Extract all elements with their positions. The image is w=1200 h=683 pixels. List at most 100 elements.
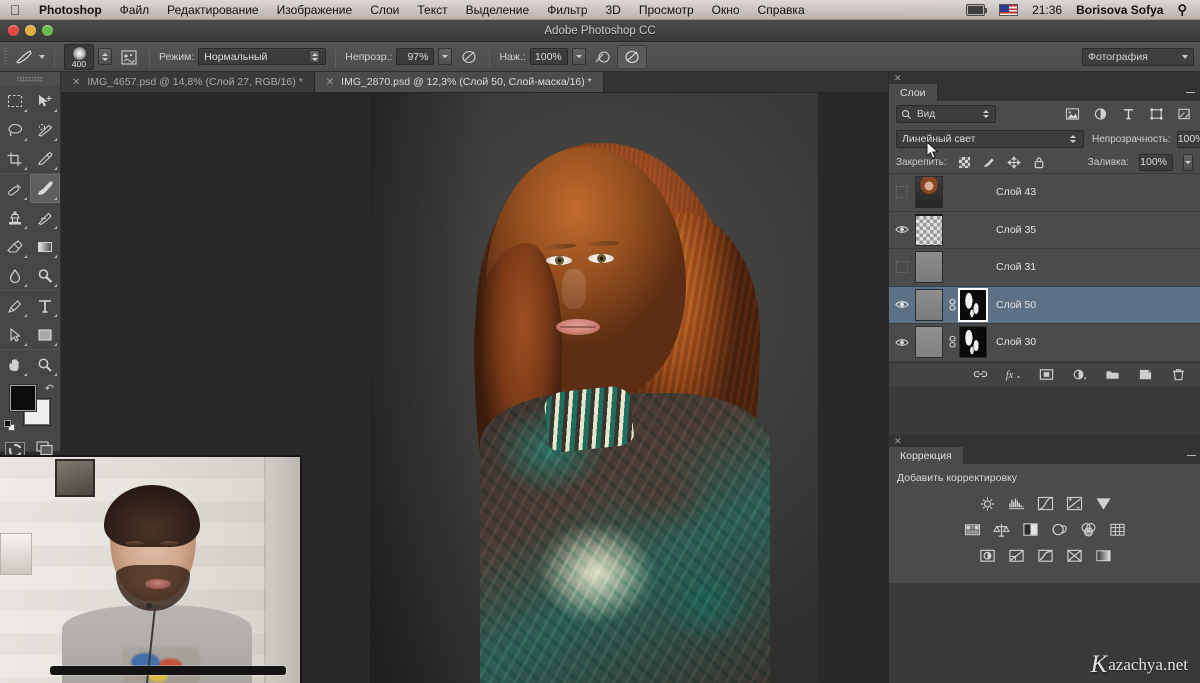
us-flag-icon[interactable] [992, 3, 1025, 17]
brush-size-picker[interactable]: 400 [61, 43, 115, 70]
layer-thumbnail[interactable] [915, 326, 943, 359]
filter-pixel-icon[interactable] [1064, 106, 1081, 123]
tool-clone-stamp[interactable] [0, 203, 30, 232]
close-icon[interactable]: ✕ [326, 77, 334, 88]
layer-row[interactable]: Слой 35 [889, 212, 1200, 249]
webcam-progress-bar[interactable] [50, 666, 286, 675]
tool-move[interactable] [30, 86, 60, 115]
filter-adjustment-icon[interactable] [1092, 106, 1109, 123]
lock-transparent-pixels-icon[interactable] [957, 155, 972, 170]
threshold-icon[interactable] [1036, 547, 1054, 565]
menu-item-3d[interactable]: 3D [597, 3, 630, 17]
lock-all-icon[interactable] [1032, 155, 1047, 170]
current-tool-preset[interactable] [10, 46, 48, 68]
opacity-value[interactable]: 97% [396, 48, 435, 65]
layer-visibility-toggle[interactable] [889, 186, 915, 199]
tool-history-brush[interactable] [30, 203, 60, 232]
layers-panel-close-bar[interactable]: ✕ [889, 72, 1200, 84]
minimize-button[interactable] [25, 25, 36, 36]
tab-corrections[interactable]: Коррекция [889, 447, 964, 464]
layer-style-fx-icon[interactable]: fx [1005, 366, 1021, 382]
flow-control[interactable]: Наж.: 100% [496, 48, 588, 65]
layer-thumbnail[interactable] [915, 176, 943, 209]
workspace-switcher[interactable]: Фотография [1082, 47, 1194, 66]
panel-menu-icon[interactable] [1184, 87, 1196, 98]
filter-smart-object-icon[interactable] [1176, 106, 1193, 123]
posterize-icon[interactable] [1007, 547, 1025, 565]
canvas-image[interactable] [370, 93, 818, 683]
opacity-dropdown-icon[interactable] [438, 48, 453, 65]
layer-row[interactable]: Слой 30 [889, 324, 1200, 362]
search-icon[interactable]: ⚲ [1170, 2, 1194, 18]
fill-value[interactable]: 100% [1139, 153, 1173, 171]
foreground-color-swatch[interactable] [10, 385, 36, 411]
close-icon[interactable]: ✕ [894, 436, 902, 447]
add-layer-mask-icon[interactable] [1038, 366, 1054, 382]
chevron-down-icon[interactable] [39, 54, 45, 59]
hue-saturation-icon[interactable] [964, 521, 982, 539]
selective-color-icon[interactable] [1065, 547, 1083, 565]
airbrush-toggle[interactable] [589, 46, 617, 68]
tab-layers[interactable]: Слои [889, 84, 938, 101]
menu-item-window[interactable]: Окно [703, 3, 749, 17]
document-tab-1[interactable]: ✕ IMG_4657.psd @ 14,8% (Слой 27, RGB/16)… [61, 72, 315, 92]
layer-mask-thumbnail[interactable] [958, 287, 988, 322]
color-balance-icon[interactable] [993, 521, 1011, 539]
menu-item-help[interactable]: Справка [749, 3, 814, 17]
new-group-icon[interactable] [1104, 366, 1120, 382]
layer-opacity-value[interactable]: 100% [1176, 130, 1200, 148]
corrections-panel-close-bar[interactable]: ✕ [889, 435, 1200, 447]
layer-visibility-toggle[interactable] [889, 299, 915, 310]
layer-row[interactable]: Слой 43 [889, 174, 1200, 212]
invert-icon[interactable] [978, 547, 996, 565]
document-tab-2[interactable]: ✕ IMG_2870.psd @ 12,3% (Слой 50, Слой-ма… [314, 72, 604, 92]
tool-horizontal-type[interactable] [30, 291, 60, 320]
options-bar-grip[interactable] [0, 42, 10, 71]
webcam-video-overlay[interactable] [0, 455, 302, 683]
tool-rectangular-marquee[interactable] [0, 86, 30, 115]
menu-item-image[interactable]: Изображение [268, 3, 362, 17]
menu-item-layers[interactable]: Слои [361, 3, 408, 17]
tool-spot-healing-brush[interactable] [0, 174, 30, 203]
brightness-contrast-icon[interactable] [978, 495, 996, 513]
lock-image-pixels-icon[interactable] [982, 155, 997, 170]
new-layer-icon[interactable] [1137, 366, 1153, 382]
lock-position-icon[interactable] [1007, 155, 1022, 170]
link-layers-icon[interactable] [972, 366, 988, 382]
panel-menu-icon[interactable] [1185, 450, 1197, 461]
menu-item-text[interactable]: Текст [408, 3, 456, 17]
new-adjustment-layer-icon[interactable] [1071, 366, 1087, 382]
tool-gradient[interactable] [30, 232, 60, 261]
pressure-size-toggle[interactable] [616, 44, 647, 69]
blend-mode-control[interactable]: Режим: Нормальный [156, 48, 329, 65]
fill-dropdown-icon[interactable] [1183, 153, 1193, 171]
layer-row[interactable]: Слой 31 [889, 249, 1200, 287]
menu-app-name[interactable]: Photoshop [30, 3, 111, 17]
menu-item-file[interactable]: Файл [111, 3, 159, 17]
layer-mask-thumbnail[interactable] [959, 326, 987, 359]
filter-shape-icon[interactable] [1148, 106, 1165, 123]
battery-icon[interactable] [959, 3, 992, 17]
tool-path-selection[interactable] [0, 320, 30, 349]
layer-filter-kind-select[interactable]: Вид [896, 105, 996, 123]
mode-select[interactable]: Нормальный [198, 48, 327, 65]
tool-dodge[interactable] [30, 261, 60, 290]
tool-eraser[interactable] [0, 232, 30, 261]
curves-icon[interactable] [1036, 495, 1054, 513]
layer-visibility-toggle[interactable] [889, 337, 915, 348]
menu-item-select[interactable]: Выделение [457, 3, 539, 17]
clock-time[interactable]: 21:36 [1025, 3, 1069, 17]
tool-zoom[interactable] [30, 350, 60, 379]
layer-mask-link-icon[interactable] [946, 298, 959, 312]
tool-pen[interactable] [0, 291, 30, 320]
vibrance-icon[interactable] [1094, 495, 1112, 513]
blend-mode-select[interactable]: Линейный свет [896, 130, 1084, 148]
channel-mixer-icon[interactable] [1080, 521, 1098, 539]
color-lookup-icon[interactable] [1109, 521, 1127, 539]
photo-filter-icon[interactable] [1051, 521, 1069, 539]
menu-item-filter[interactable]: Фильтр [538, 3, 596, 17]
tool-quick-selection[interactable] [30, 115, 60, 144]
delete-layer-icon[interactable] [1170, 366, 1186, 382]
levels-icon[interactable] [1007, 495, 1025, 513]
apple-icon[interactable]:  [0, 3, 30, 17]
